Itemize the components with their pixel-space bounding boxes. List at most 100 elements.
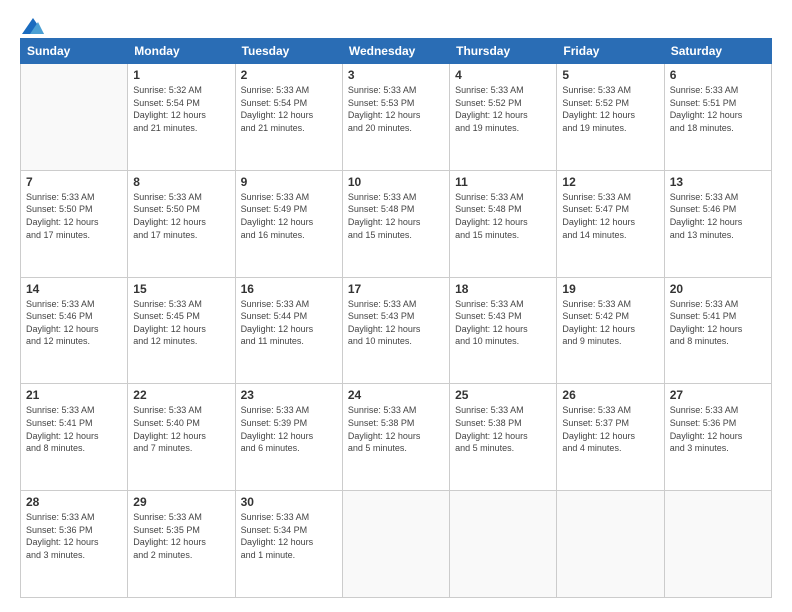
col-tuesday: Tuesday [235, 39, 342, 64]
logo-icon [22, 18, 44, 34]
table-row: 8Sunrise: 5:33 AM Sunset: 5:50 PM Daylig… [128, 170, 235, 277]
day-info: Sunrise: 5:33 AM Sunset: 5:43 PM Dayligh… [455, 298, 551, 348]
day-info: Sunrise: 5:33 AM Sunset: 5:42 PM Dayligh… [562, 298, 658, 348]
day-number: 13 [670, 175, 766, 189]
day-info: Sunrise: 5:33 AM Sunset: 5:38 PM Dayligh… [455, 404, 551, 454]
table-row: 19 Sunrise: 5:33 AM Sunset: 5:42 PM Dayli… [557, 277, 664, 384]
day-number: 23 [241, 388, 337, 402]
day-info: Sunrise: 5:33 AM Sunset: 5:34 PM Dayligh… [241, 511, 337, 561]
day-info: Sunrise: 5:33 AM Sunset: 5:54 PM Dayligh… [241, 84, 337, 134]
table-row: 11 Sunrise: 5:33 AM Sunset: 5:48 PM Dayli… [450, 170, 557, 277]
week-row: 28 Sunrise: 5:33 AM Sunset: 5:36 PM Dayli… [21, 491, 772, 598]
day-number: 7 [26, 175, 122, 189]
header-row: Sunday Monday Tuesday Wednesday Thursday… [21, 39, 772, 64]
day-number: 5 [562, 68, 658, 82]
day-info: Sunrise: 5:33 AM Sunset: 5:48 PM Dayligh… [348, 191, 444, 241]
table-row [664, 491, 771, 598]
calendar-table: Sunday Monday Tuesday Wednesday Thursday… [20, 38, 772, 598]
day-info: Sunrise: 5:33 AM Sunset: 5:46 PM Dayligh… [670, 191, 766, 241]
table-row [21, 64, 128, 171]
table-row: 25 Sunrise: 5:33 AM Sunset: 5:38 PM Dayli… [450, 384, 557, 491]
day-number: 11 [455, 175, 551, 189]
day-info: Sunrise: 5:33 AM Sunset: 5:36 PM Dayligh… [26, 511, 122, 561]
day-info: Sunrise: 5:33 AM Sunset: 5:51 PM Dayligh… [670, 84, 766, 134]
day-info: Sunrise: 5:33 AM Sunset: 5:47 PM Dayligh… [562, 191, 658, 241]
day-number: 19 [562, 282, 658, 296]
table-row: 6 Sunrise: 5:33 AM Sunset: 5:51 PM Daylig… [664, 64, 771, 171]
table-row: 12 Sunrise: 5:33 AM Sunset: 5:47 PM Dayli… [557, 170, 664, 277]
table-row: 21 Sunrise: 5:33 AM Sunset: 5:41 PM Dayli… [21, 384, 128, 491]
calendar-body: 1 Sunrise: 5:32 AM Sunset: 5:54 PM Daylig… [21, 64, 772, 598]
week-row: 7 Sunrise: 5:33 AM Sunset: 5:50 PM Daylig… [21, 170, 772, 277]
table-row [557, 491, 664, 598]
table-row: 29 Sunrise: 5:33 AM Sunset: 5:35 PM Dayli… [128, 491, 235, 598]
day-number: 29 [133, 495, 229, 509]
day-number: 1 [133, 68, 229, 82]
day-info: Sunrise: 5:33 AM Sunset: 5:50 PM Dayligh… [26, 191, 122, 241]
day-info: Sunrise: 5:33 AM Sunset: 5:53 PM Dayligh… [348, 84, 444, 134]
day-number: 12 [562, 175, 658, 189]
table-row: 23 Sunrise: 5:33 AM Sunset: 5:39 PM Dayli… [235, 384, 342, 491]
day-info: Sunrise: 5:33 AM Sunset: 5:37 PM Dayligh… [562, 404, 658, 454]
day-number: 27 [670, 388, 766, 402]
day-info: Sunrise: 5:33 AM Sunset: 5:41 PM Dayligh… [670, 298, 766, 348]
week-row: 1 Sunrise: 5:32 AM Sunset: 5:54 PM Daylig… [21, 64, 772, 171]
day-info: Sunrise: 5:33 AM Sunset: 5:39 PM Dayligh… [241, 404, 337, 454]
table-row: 22Sunrise: 5:33 AM Sunset: 5:40 PM Dayli… [128, 384, 235, 491]
day-number: 6 [670, 68, 766, 82]
week-row: 14 Sunrise: 5:33 AM Sunset: 5:46 PM Dayli… [21, 277, 772, 384]
day-info: Sunrise: 5:33 AM Sunset: 5:46 PM Dayligh… [26, 298, 122, 348]
day-number: 2 [241, 68, 337, 82]
col-friday: Friday [557, 39, 664, 64]
day-number: 30 [241, 495, 337, 509]
table-row: 30 Sunrise: 5:33 AM Sunset: 5:34 PM Dayli… [235, 491, 342, 598]
day-number: 9 [241, 175, 337, 189]
day-number: 20 [670, 282, 766, 296]
day-info: Sunrise: 5:32 AM Sunset: 5:54 PM Dayligh… [133, 84, 229, 134]
table-row: 14 Sunrise: 5:33 AM Sunset: 5:46 PM Dayli… [21, 277, 128, 384]
day-number: 16 [241, 282, 337, 296]
col-wednesday: Wednesday [342, 39, 449, 64]
table-row: 3 Sunrise: 5:33 AM Sunset: 5:53 PM Daylig… [342, 64, 449, 171]
table-row: 18 Sunrise: 5:33 AM Sunset: 5:43 PM Dayli… [450, 277, 557, 384]
table-row: 4 Sunrise: 5:33 AM Sunset: 5:52 PM Daylig… [450, 64, 557, 171]
day-info: Sunrise: 5:33 AM Sunset: 5:52 PM Dayligh… [455, 84, 551, 134]
day-number: 26 [562, 388, 658, 402]
day-info: Sunrise: 5:33 AM Sunset: 5:49 PM Dayligh… [241, 191, 337, 241]
day-info: Sunrise: 5:33 AM Sunset: 5:48 PM Dayligh… [455, 191, 551, 241]
calendar-header: Sunday Monday Tuesday Wednesday Thursday… [21, 39, 772, 64]
table-row: 24 Sunrise: 5:33 AM Sunset: 5:38 PM Dayli… [342, 384, 449, 491]
table-row: 17Sunrise: 5:33 AM Sunset: 5:43 PM Dayli… [342, 277, 449, 384]
table-row: 16 Sunrise: 5:33 AM Sunset: 5:44 PM Dayli… [235, 277, 342, 384]
day-number: 25 [455, 388, 551, 402]
table-row: 15Sunrise: 5:33 AM Sunset: 5:45 PM Dayli… [128, 277, 235, 384]
col-sunday: Sunday [21, 39, 128, 64]
day-info: Sunrise: 5:33 AM Sunset: 5:41 PM Dayligh… [26, 404, 122, 454]
table-row: 9 Sunrise: 5:33 AM Sunset: 5:49 PM Daylig… [235, 170, 342, 277]
day-number: 10 [348, 175, 444, 189]
day-number: 3 [348, 68, 444, 82]
day-info: Sunrise: 5:33 AM Sunset: 5:38 PM Dayligh… [348, 404, 444, 454]
table-row: 26 Sunrise: 5:33 AM Sunset: 5:37 PM Dayli… [557, 384, 664, 491]
table-row: 28 Sunrise: 5:33 AM Sunset: 5:36 PM Dayli… [21, 491, 128, 598]
table-row: 13 Sunrise: 5:33 AM Sunset: 5:46 PM Dayli… [664, 170, 771, 277]
day-info: Sunrise: 5:33 AM Sunset: 5:35 PM Dayligh… [133, 511, 229, 561]
day-number: 18 [455, 282, 551, 296]
table-row: 20 Sunrise: 5:33 AM Sunset: 5:41 PM Dayli… [664, 277, 771, 384]
day-info: Sunrise: 5:33 AM Sunset: 5:44 PM Dayligh… [241, 298, 337, 348]
table-row: 2 Sunrise: 5:33 AM Sunset: 5:54 PM Daylig… [235, 64, 342, 171]
table-row [342, 491, 449, 598]
logo [20, 18, 44, 34]
table-row: 10 Sunrise: 5:33 AM Sunset: 5:48 PM Dayli… [342, 170, 449, 277]
day-number: 14 [26, 282, 122, 296]
day-number: 4 [455, 68, 551, 82]
day-number: 28 [26, 495, 122, 509]
day-number: 24 [348, 388, 444, 402]
table-row: 5 Sunrise: 5:33 AM Sunset: 5:52 PM Daylig… [557, 64, 664, 171]
table-row: 1 Sunrise: 5:32 AM Sunset: 5:54 PM Daylig… [128, 64, 235, 171]
day-number: 8 [133, 175, 229, 189]
day-number: 21 [26, 388, 122, 402]
col-monday: Monday [128, 39, 235, 64]
col-saturday: Saturday [664, 39, 771, 64]
day-info: Sunrise: 5:33 AM Sunset: 5:52 PM Dayligh… [562, 84, 658, 134]
